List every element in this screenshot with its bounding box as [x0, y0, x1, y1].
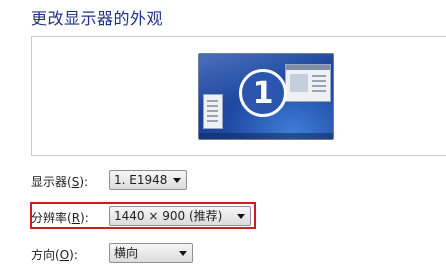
display-monitor-icon[interactable]: 1: [198, 53, 334, 140]
orientation-select[interactable]: 横向: [109, 243, 193, 263]
chevron-down-icon: [173, 178, 181, 183]
display-row: 显示器(S): 1. E1948: [31, 170, 231, 192]
display-select-value: 1. E1948: [114, 173, 168, 187]
display-select[interactable]: 1. E1948: [109, 170, 187, 190]
display-label: 显示器(S):: [31, 175, 89, 189]
small-window-graphic: [203, 94, 223, 129]
orientation-select-value: 横向: [114, 246, 139, 260]
display-preview-area: 1: [31, 36, 446, 156]
orientation-row: 方向(O): 横向: [31, 243, 231, 265]
monitor-taskbar: [199, 133, 333, 139]
page-title: 更改显示器的外观: [31, 9, 164, 28]
resolution-highlight-box: [30, 202, 256, 229]
monitor-number-badge: 1: [239, 69, 287, 117]
orientation-label: 方向(O):: [31, 248, 78, 262]
large-window-graphic: [285, 64, 331, 102]
chevron-down-icon: [179, 251, 187, 256]
